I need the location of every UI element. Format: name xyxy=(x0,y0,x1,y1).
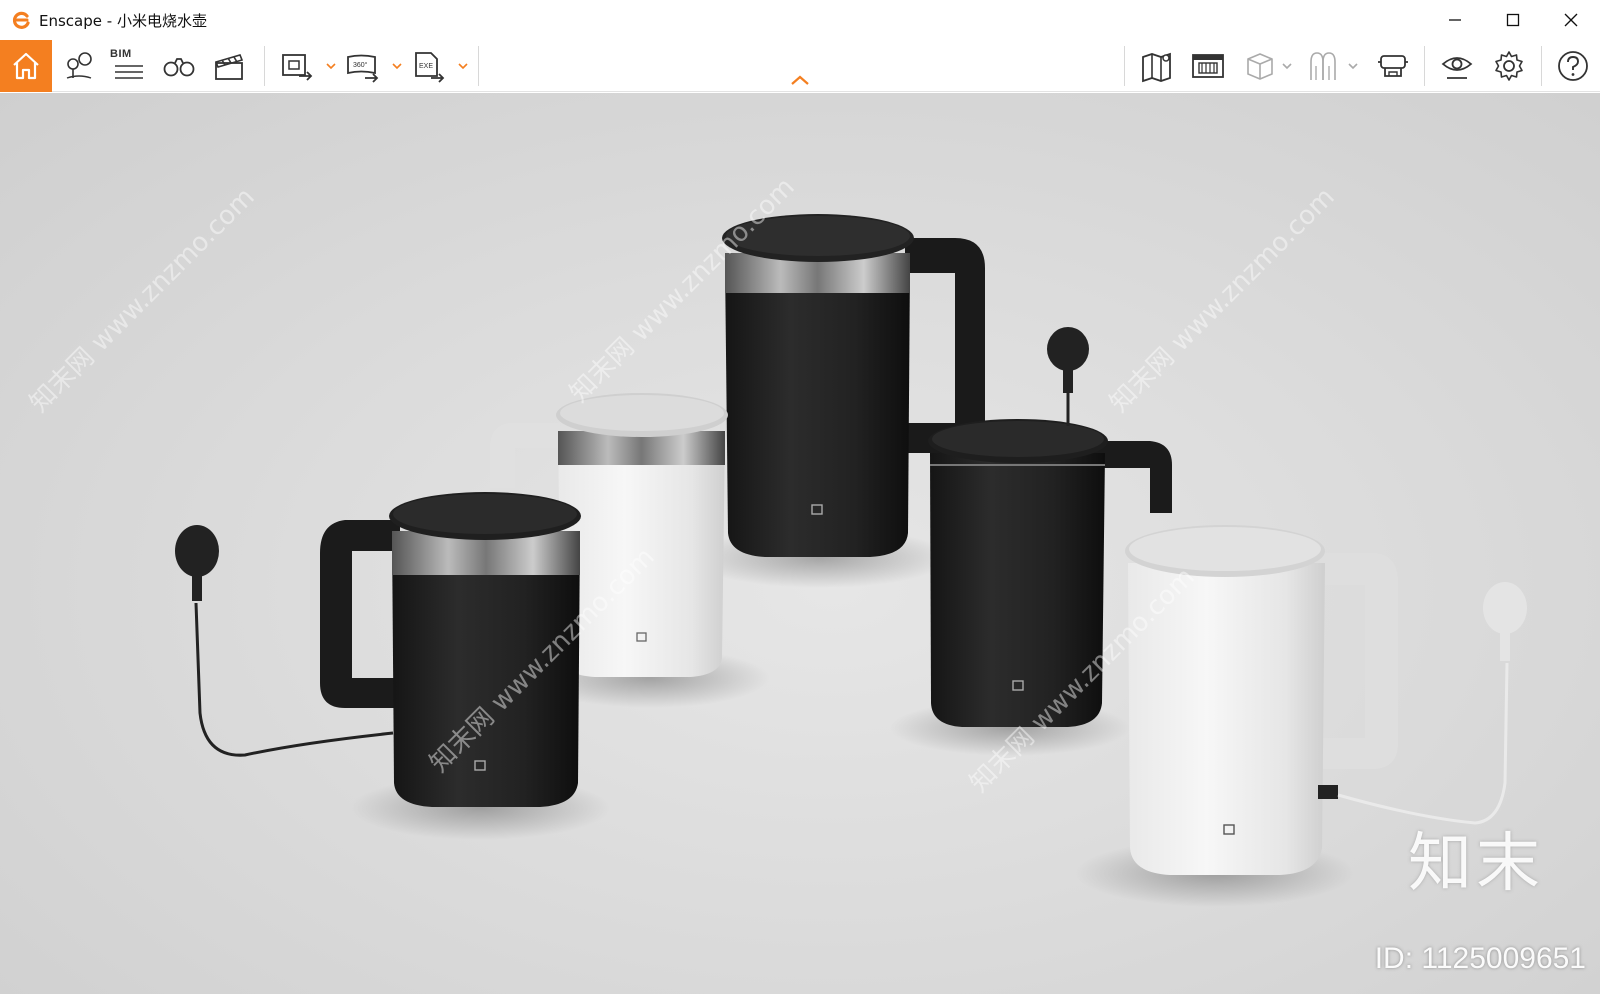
render-screenshot-icon xyxy=(282,54,313,81)
binoculars-icon xyxy=(163,58,195,77)
visual-settings-eye-icon xyxy=(1441,57,1473,79)
enscape-logo-icon xyxy=(11,9,33,31)
kettle-black-front-left xyxy=(175,492,581,807)
collapse-toolbar-button[interactable] xyxy=(788,72,812,88)
vr-headset-icon xyxy=(1378,55,1408,77)
views-button[interactable] xyxy=(58,46,100,86)
vr-headset-button[interactable] xyxy=(1372,46,1414,86)
render-viewport[interactable]: 知末网 www.znzmo.com 知末网 www.znzmo.com 知末网 … xyxy=(0,93,1600,994)
video-editor-button[interactable] xyxy=(208,46,250,86)
toolbar-divider xyxy=(264,46,265,86)
toolbar-divider xyxy=(1541,46,1542,86)
export-button[interactable]: EXE xyxy=(408,46,450,86)
title-separator: - xyxy=(102,11,117,30)
asset-library-icon xyxy=(1192,54,1224,78)
watermark-id: ID: 1125009651 xyxy=(1374,942,1586,975)
minimize-button[interactable] xyxy=(1426,0,1484,40)
bim-button[interactable]: BIM xyxy=(108,46,150,86)
box-view-dropdown[interactable] xyxy=(1281,60,1293,72)
visual-settings-button[interactable] xyxy=(1436,46,1478,86)
panorama-button[interactable]: 360° xyxy=(342,46,384,86)
atmosphere-button[interactable] xyxy=(1302,46,1344,86)
maximize-icon xyxy=(1506,13,1520,27)
export-exe-icon: EXE xyxy=(415,52,445,83)
box-view-button[interactable] xyxy=(1239,46,1281,86)
location-pins-icon xyxy=(66,52,92,79)
chevron-up-icon xyxy=(791,75,809,85)
maximize-button[interactable] xyxy=(1484,0,1542,40)
window-title: Enscape - 小米电烧水壶 xyxy=(39,10,207,31)
chevron-down-icon xyxy=(392,63,402,70)
chevron-down-icon xyxy=(1348,63,1358,70)
home-button[interactable] xyxy=(0,40,52,92)
main-toolbar: BIM 360° EXE xyxy=(0,40,1600,92)
minimize-icon xyxy=(1449,19,1461,21)
export-dropdown[interactable] xyxy=(457,60,469,72)
toolbar-divider xyxy=(478,46,479,86)
asset-library-button[interactable] xyxy=(1187,46,1229,86)
bim-label: BIM xyxy=(110,48,132,60)
atmosphere-icon xyxy=(1310,52,1336,80)
toolbar-divider xyxy=(1424,46,1425,86)
svg-text:360°: 360° xyxy=(353,61,368,69)
home-icon xyxy=(13,52,39,80)
enscape-window: Enscape - 小米电烧水壶 BIM 360° EXE 知末网 www.zn… xyxy=(0,0,1600,994)
app-name: Enscape xyxy=(39,11,102,30)
close-button[interactable] xyxy=(1542,0,1600,40)
chevron-down-icon xyxy=(458,63,468,70)
watermark-brand: 知末 xyxy=(1408,827,1544,901)
panorama-dropdown[interactable] xyxy=(391,60,403,72)
project-name: 小米电烧水壶 xyxy=(116,11,207,30)
map-icon xyxy=(1142,52,1171,83)
chevron-down-icon xyxy=(1282,63,1292,70)
panorama-360-icon: 360° xyxy=(347,54,379,83)
settings-gear-icon xyxy=(1495,51,1523,81)
walk-mode-button[interactable] xyxy=(158,46,200,86)
window-controls xyxy=(1426,0,1600,40)
svg-text:EXE: EXE xyxy=(419,63,433,70)
help-icon xyxy=(1558,51,1588,81)
clapperboard-icon xyxy=(214,54,244,80)
kettle-scene xyxy=(175,214,1527,907)
map-button[interactable] xyxy=(1136,46,1178,86)
close-icon xyxy=(1564,13,1578,27)
screenshot-dropdown[interactable] xyxy=(325,60,337,72)
screenshot-button[interactable] xyxy=(276,46,318,86)
box-view-icon xyxy=(1247,53,1273,80)
help-button[interactable] xyxy=(1552,46,1594,86)
toolbar-divider xyxy=(1124,46,1125,86)
title-bar: Enscape - 小米电烧水壶 xyxy=(0,0,1600,40)
chevron-down-icon xyxy=(326,63,336,70)
atmosphere-dropdown[interactable] xyxy=(1347,60,1359,72)
settings-button[interactable] xyxy=(1488,46,1530,86)
